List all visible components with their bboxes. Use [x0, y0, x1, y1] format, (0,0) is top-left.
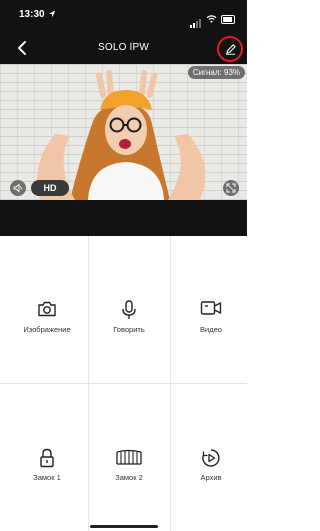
cellular-signal-icon: [190, 10, 202, 28]
nav-bar: SOLO IPW: [0, 34, 247, 64]
quality-toggle-button[interactable]: HD: [31, 180, 69, 196]
mute-button[interactable]: [10, 180, 26, 196]
lock-icon: [40, 448, 54, 468]
camera-icon: [38, 301, 56, 317]
microphone-icon: [122, 300, 136, 319]
status-indicators: [190, 10, 235, 28]
signal-strength-badge: Сигнал: 93%: [187, 66, 245, 79]
page-title: SOLO IPW: [97, 42, 150, 53]
talk-label: Говорить: [113, 325, 145, 334]
lock-2-button[interactable]: Замок 2: [88, 384, 170, 531]
archive-label: Архив: [200, 473, 222, 482]
record-video-button[interactable]: Видео: [170, 236, 252, 383]
archive-button[interactable]: Архив: [170, 384, 252, 531]
pencil-icon: [225, 43, 236, 55]
speaker-muted-icon: [13, 183, 23, 193]
video-camera-icon: [200, 301, 222, 315]
controls-grid: Изображение Говорить Видео Замок 1 Замок…: [0, 236, 247, 531]
lock-1-button[interactable]: Замок 1: [6, 384, 88, 531]
edit-button[interactable]: [217, 36, 243, 62]
location-arrow-icon: [48, 10, 56, 18]
lock-2-label: Замок 2: [115, 473, 143, 482]
status-bar: 13:30: [0, 0, 247, 34]
fullscreen-button[interactable]: [223, 180, 239, 196]
fullscreen-icon: [226, 183, 236, 193]
status-time: 13:30: [19, 9, 45, 20]
snapshot-button[interactable]: Изображение: [6, 236, 88, 383]
wifi-icon: [206, 15, 217, 23]
home-indicator: [90, 525, 158, 528]
play-archive-icon: [202, 449, 220, 467]
lock-1-label: Замок 1: [33, 473, 61, 482]
talk-button[interactable]: Говорить: [88, 236, 170, 383]
gate-icon: [116, 449, 142, 465]
battery-icon: [221, 14, 235, 24]
record-video-label: Видео: [200, 325, 222, 334]
snapshot-label: Изображение: [23, 325, 71, 334]
